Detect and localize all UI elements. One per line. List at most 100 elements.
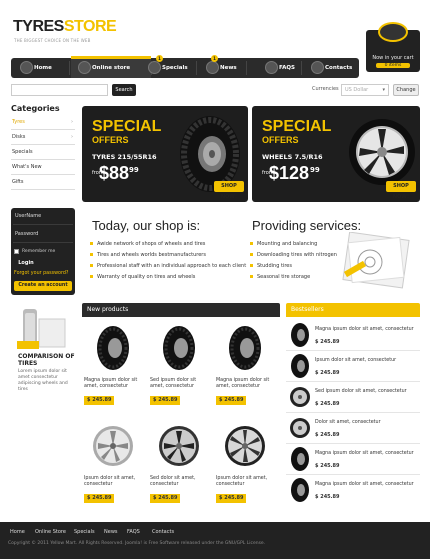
chevron-right-icon: › — [71, 134, 73, 140]
today-list-item: Warranty of quality on tires and wheels — [89, 274, 196, 280]
special-offer-banner-tyres[interactable]: SPECIAL OFFERS TYRES 215/55R16 from $88 … — [82, 106, 248, 202]
footer-link-contacts[interactable]: Contacts — [152, 529, 174, 535]
product-name[interactable]: Magna ipsum dolor sit amet, consectetur — [216, 378, 276, 390]
home-icon — [20, 61, 33, 74]
product-card[interactable]: Magna ipsum dolor sit amet, consectetur … — [82, 321, 144, 413]
footer-link-online-store[interactable]: Online Store — [35, 529, 66, 535]
main-nav: Home Online store Specials 1 News 1 FAQS C… — [11, 55, 359, 78]
tyre-image — [291, 478, 309, 502]
login-button[interactable]: Login — [14, 258, 38, 268]
nav-divider — [246, 61, 247, 75]
bestseller-name[interactable]: Sed ipsum dolor sit amet, consectetur — [315, 389, 419, 395]
category-item-gifts[interactable]: Gifts — [11, 175, 75, 190]
category-item-specials[interactable]: Specials — [11, 145, 75, 160]
bestseller-price: $ 245.89 — [315, 432, 340, 438]
comparison-title: COMPARISON OF TIRES — [18, 353, 75, 367]
bestseller-price: $ 245.89 — [315, 494, 340, 500]
tyre-image — [291, 354, 309, 378]
nav-item-home[interactable]: Home — [20, 58, 52, 78]
product-card[interactable]: Sed ipsum dolor sit amet, consectetur $ … — [148, 321, 210, 413]
remember-checkbox[interactable] — [14, 249, 19, 254]
services-title: Providing services: — [252, 218, 362, 233]
currency-select[interactable]: US Dollar ▾ — [341, 84, 389, 96]
footer-link-specials[interactable]: Specials — [74, 529, 95, 535]
bestseller-item[interactable]: Magna ipsum dolor sit amet, consectetur … — [286, 320, 420, 351]
product-card[interactable]: Ipsum dolor sit amet, consectetur $ 245.… — [214, 419, 276, 511]
product-name[interactable]: Ipsum dolor sit amet, consectetur — [84, 476, 144, 488]
news-badge: 1 — [211, 55, 218, 62]
chevron-right-icon: › — [71, 119, 73, 125]
footer-copyright: Copyright © 2011 Yellow Mart. All Rights… — [8, 541, 266, 546]
cart-widget[interactable]: Now in your cart 0 items — [366, 22, 420, 72]
product-card[interactable]: Ipsum dolor sit amet, consectetur $ 245.… — [82, 419, 144, 511]
footer-link-news[interactable]: News — [104, 529, 118, 535]
bestseller-price: $ 245.89 — [315, 370, 340, 376]
product-card[interactable]: Magna ipsum dolor sit amet, consectetur … — [214, 321, 276, 413]
bestseller-item[interactable]: Dolor sit amet, consectetur $ 245.89 — [286, 413, 420, 444]
wheel-image — [93, 426, 133, 466]
nav-divider — [69, 61, 70, 75]
comparison-text: Lorem ipsum dolor sit amet consectetur a… — [18, 369, 68, 392]
remember-label: Remember me — [22, 249, 56, 254]
today-list-item: Professional staff with an individual ap… — [89, 263, 247, 269]
create-account-button[interactable]: Create an account — [14, 281, 72, 291]
forgot-password-link[interactable]: Forgot your password? — [14, 271, 68, 276]
category-item-whats-new[interactable]: What's New — [11, 160, 75, 175]
bestseller-name[interactable]: Dolor sit amet, consectetur — [315, 420, 419, 426]
slogan: THE BIGGEST CHOICE ON THE WEB — [14, 38, 91, 43]
nav-item-online-store[interactable]: Online store — [78, 58, 130, 78]
new-products-grid: Magna ipsum dolor sit amet, consectetur … — [82, 317, 280, 507]
categories-title: Categories — [11, 104, 60, 113]
cart-label: Now in your cart — [372, 55, 414, 61]
nav-item-specials[interactable]: Specials 1 — [148, 55, 188, 78]
specials-badge: 1 — [156, 55, 163, 62]
bestseller-item[interactable]: Ipsum dolor sit amet, consectetur $ 245.… — [286, 351, 420, 382]
bestseller-name[interactable]: Magna ipsum dolor sit amet, consectetur — [315, 451, 419, 457]
comparison-promo[interactable]: COMPARISON OF TIRES Lorem ipsum dolor si… — [11, 303, 75, 403]
new-products-header: New products — [82, 303, 280, 317]
login-box: UserName Password Remember me Login Forg… — [11, 208, 75, 295]
bestseller-item[interactable]: Sed ipsum dolor sit amet, consectetur $ … — [286, 382, 420, 413]
services-illustration — [342, 232, 410, 289]
services-list-item: Mounting and balancing — [249, 241, 318, 247]
category-item-tyres[interactable]: Tyres › — [11, 115, 75, 130]
product-price: $ 245.89 — [216, 494, 246, 503]
tyre-image — [97, 326, 129, 370]
chevron-down-icon: ▾ — [382, 87, 385, 93]
product-name[interactable]: Sed ipsum dolor sit amet, consectetur — [150, 378, 210, 390]
product-price: $ 245.89 — [84, 396, 114, 405]
product-name[interactable]: Sed dolor sit amet, consectetur — [150, 476, 210, 488]
bestseller-name[interactable]: Ipsum dolor sit amet, consectetur — [315, 358, 419, 364]
bestseller-name[interactable]: Magna ipsum dolor sit amet, consectetur — [315, 327, 419, 333]
footer-link-home[interactable]: Home — [10, 529, 25, 535]
username-field[interactable]: UserName — [13, 209, 73, 225]
shop-now-button[interactable]: SHOP NOW! — [386, 181, 416, 200]
product-name[interactable]: Magna ipsum dolor sit amet, consectetur — [84, 378, 144, 390]
logo[interactable]: TYRESSTORE — [13, 18, 117, 36]
footer: Home Online Store Specials News FAQS Con… — [0, 522, 430, 559]
search-button[interactable]: Search — [112, 84, 136, 96]
product-name[interactable]: Ipsum dolor sit amet, consectetur — [216, 476, 276, 488]
product-card[interactable]: Sed dolor sit amet, consectetur $ 245.89 — [148, 419, 210, 511]
bestseller-name[interactable]: Magna ipsum dolor sit amet, consectetur — [315, 482, 419, 488]
footer-link-faqs[interactable]: FAQS — [127, 529, 140, 535]
bestseller-item[interactable]: Magna ipsum dolor sit amet, consectetur … — [286, 475, 420, 506]
banner-product-name: WHEELS 7.5/R16 — [262, 153, 323, 161]
bestseller-item[interactable]: Magna ipsum dolor sit amet, consectetur … — [286, 444, 420, 475]
currency-change-button[interactable]: Change — [393, 84, 419, 96]
nav-item-contacts[interactable]: Contacts — [311, 58, 352, 78]
categories-list: Tyres › Disks › Specials What's New Gifts — [11, 115, 75, 190]
category-item-disks[interactable]: Disks › — [11, 130, 75, 145]
special-offer-banner-wheels[interactable]: SPECIAL OFFERS WHEELS 7.5/R16 from $128 … — [252, 106, 420, 202]
banner-product-name: TYRES 215/55R16 — [92, 153, 157, 161]
search-input[interactable] — [11, 84, 108, 96]
shop-now-button[interactable]: SHOP NOW! — [214, 181, 244, 200]
cart-items[interactable]: 0 items — [376, 63, 410, 68]
wheel-image — [290, 387, 310, 407]
product-price: $ 245.89 — [84, 494, 114, 503]
tyre-image — [229, 326, 261, 370]
password-field[interactable]: Password — [13, 227, 73, 243]
nav-item-faqs[interactable]: FAQS — [265, 58, 295, 78]
nav-item-news[interactable]: News 1 — [206, 55, 237, 78]
services-list-item: Downloading tires with nitrogen — [250, 252, 337, 258]
